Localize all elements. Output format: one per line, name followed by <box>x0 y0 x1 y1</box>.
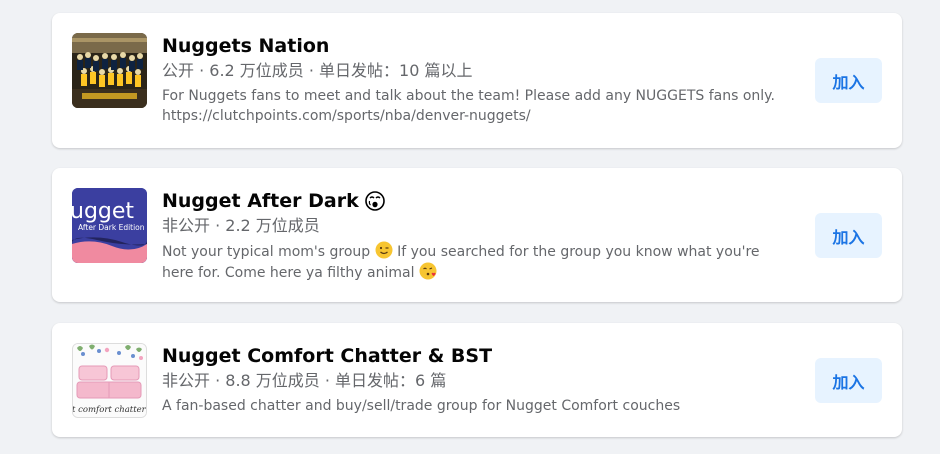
group-meta: 非公开 · 2.2 万位成员 <box>162 216 320 235</box>
join-button[interactable]: 加入 <box>815 358 882 403</box>
join-button[interactable]: 加入 <box>815 213 882 258</box>
face-holding-back-tears-icon <box>364 191 385 211</box>
group-info: Nuggets Nation 公开 · 6.2 万位成员 · 单日发帖：10 篇… <box>162 33 802 126</box>
team-photo-icon[interactable] <box>72 33 147 108</box>
winking-face-icon <box>375 241 393 259</box>
group-info: Nugget Comfort Chatter & BST 非公开 · 8.8 万… <box>162 343 802 416</box>
group-description: Not your typical mom's group If you sear… <box>162 241 802 283</box>
group-info: Nugget After Dark 非公开 · 2.2 万位成员 Not you… <box>162 188 802 283</box>
group-meta: 公开 · 6.2 万位成员 · 单日发帖：10 篇以上 <box>162 61 473 80</box>
pink-couch-icon[interactable]: t comfort chatter <box>72 343 147 418</box>
group-name[interactable]: Nugget Comfort Chatter & BST <box>162 343 802 369</box>
group-card-nugget-comfort-chatter[interactable]: t comfort chatter Nugget Comfort Chatter… <box>52 323 902 437</box>
thumb-logo-text: ugget <box>72 199 134 224</box>
thumb-logo-subtext: After Dark Edition <box>78 223 145 232</box>
face-blowing-kiss-icon <box>419 262 437 280</box>
join-button[interactable]: 加入 <box>815 58 882 103</box>
group-card-nuggets-nation[interactable]: Nuggets Nation 公开 · 6.2 万位成员 · 单日发帖：10 篇… <box>52 13 902 148</box>
group-meta: 非公开 · 8.8 万位成员 · 单日发帖：6 篇 <box>162 371 447 390</box>
thumb-logo-text: t comfort chatter <box>73 405 146 415</box>
group-name[interactable]: Nuggets Nation <box>162 33 802 59</box>
group-card-nugget-after-dark[interactable]: ugget After Dark Edition Nugget After Da… <box>52 168 902 302</box>
group-results-list: Nuggets Nation 公开 · 6.2 万位成员 · 单日发帖：10 篇… <box>0 0 940 454</box>
group-name[interactable]: Nugget After Dark <box>162 188 802 214</box>
group-description: For Nuggets fans to meet and talk about … <box>162 88 775 124</box>
nugget-after-dark-logo-icon[interactable]: ugget After Dark Edition <box>72 188 147 263</box>
group-description: A fan-based chatter and buy/sell/trade g… <box>162 398 681 414</box>
